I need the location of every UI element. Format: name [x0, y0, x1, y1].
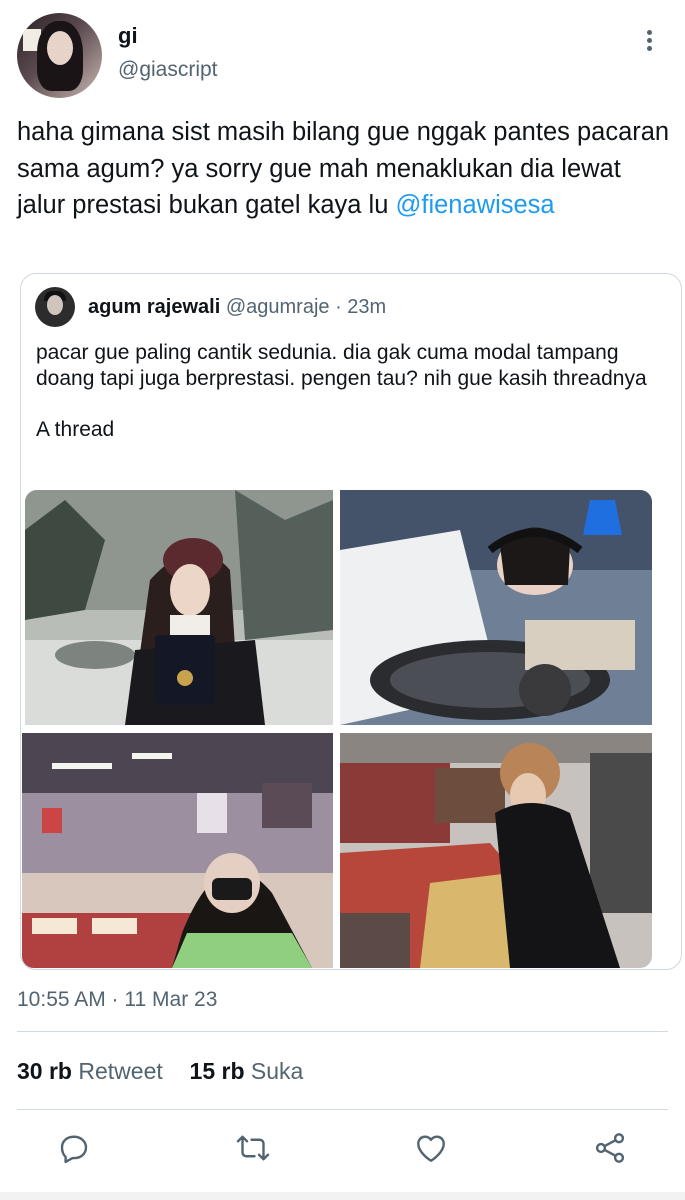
mention-link[interactable]: @fienawisesa	[395, 191, 554, 219]
share-icon[interactable]	[592, 1130, 628, 1166]
quoted-author-name: agum rajewali	[88, 296, 221, 318]
tweet-text: haha gimana sist masih bilang gue nggak …	[17, 114, 672, 224]
media-photo-2[interactable]	[340, 490, 652, 725]
author-handle[interactable]: @giascript	[118, 58, 218, 82]
divider	[17, 1109, 668, 1110]
bottom-bar	[0, 1192, 685, 1200]
quoted-tweet-paragraph-2: A thread	[36, 418, 115, 441]
quoted-tweet-paragraph: pacar gue paling cantik sedunia. dia gak…	[36, 341, 647, 390]
media-photo-1[interactable]	[25, 490, 333, 725]
media-photo-3[interactable]	[22, 733, 333, 968]
divider	[17, 1031, 668, 1032]
reply-icon[interactable]	[56, 1130, 92, 1166]
engagement-stats: 30 rb Retweet 15 rb Suka	[17, 1058, 303, 1085]
quoted-author-avatar	[35, 287, 75, 327]
quoted-author-meta: @agumraje · 23m	[225, 296, 387, 318]
heart-icon[interactable]	[413, 1130, 449, 1166]
author-name[interactable]: gi	[118, 23, 138, 49]
quoted-tweet-header: agum rajewali @agumraje · 23m	[88, 296, 386, 319]
retweet-count[interactable]: 30 rb	[17, 1058, 72, 1084]
quoted-tweet-text: pacar gue paling cantik sedunia. dia gak…	[36, 340, 656, 443]
retweet-label[interactable]: Retweet	[78, 1058, 162, 1084]
like-count[interactable]: 15 rb	[190, 1058, 245, 1084]
media-photo-4[interactable]	[340, 733, 652, 968]
tweet-body: haha gimana sist masih bilang gue nggak …	[17, 118, 670, 219]
like-label[interactable]: Suka	[251, 1058, 303, 1084]
author-avatar[interactable]	[17, 13, 102, 98]
more-vertical-icon[interactable]	[640, 30, 658, 54]
tweet-timestamp[interactable]: 10:55 AM · 11 Mar 23	[17, 988, 217, 1012]
retweet-icon[interactable]	[235, 1130, 271, 1166]
